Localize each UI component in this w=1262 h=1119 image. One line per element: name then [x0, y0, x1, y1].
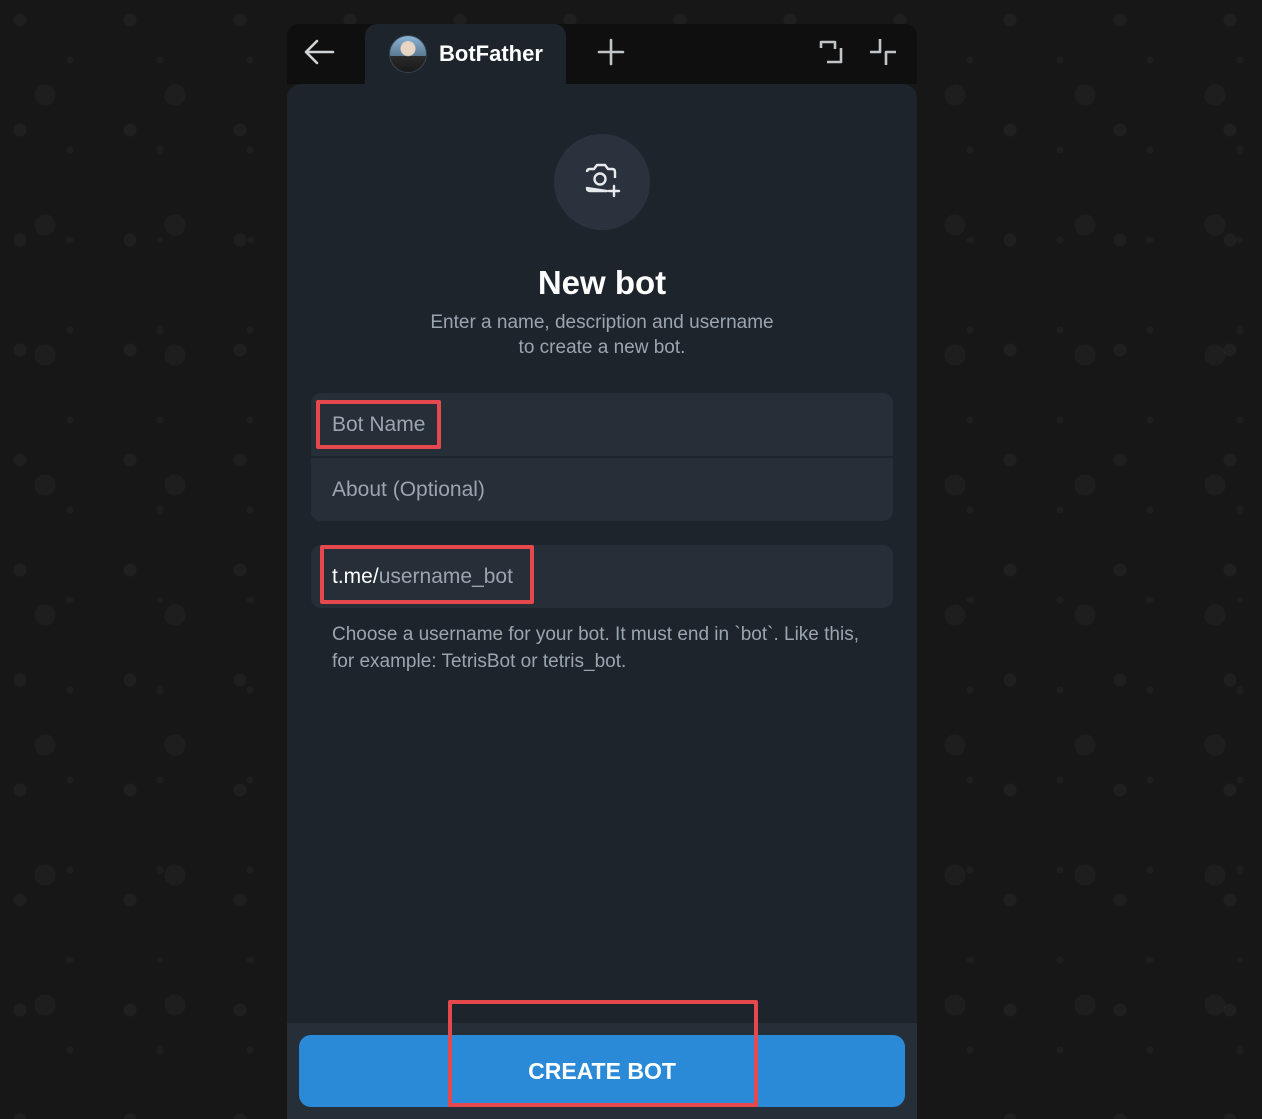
subtitle-line: Enter a name, description and username: [430, 312, 774, 333]
about-input[interactable]: About (Optional): [311, 458, 893, 521]
minimize-icon: [868, 37, 898, 72]
username-input[interactable]: t.me/username_bot: [311, 545, 893, 608]
set-photo-button[interactable]: [554, 134, 650, 230]
bot-info-fields: Bot Name About (Optional): [311, 393, 893, 521]
tab-title: BotFather: [439, 41, 543, 66]
bot-name-placeholder: Bot Name: [332, 412, 426, 436]
subtitle-line: to create a new bot.: [518, 337, 686, 358]
minimize-button[interactable]: [865, 36, 901, 72]
username-prefix: t.me/: [332, 564, 379, 588]
mini-app-window: BotFather New bot Enter a name, descript…: [287, 24, 917, 1119]
about-placeholder: About (Optional): [332, 477, 485, 501]
avatar: [389, 35, 427, 73]
new-bot-panel: New bot Enter a name, description and us…: [287, 84, 917, 1119]
tab-bar: BotFather: [287, 24, 917, 84]
back-button[interactable]: [299, 36, 339, 72]
page-subtitle: Enter a name, description and username t…: [287, 310, 917, 360]
bot-name-input[interactable]: Bot Name: [311, 393, 893, 456]
tab-botfather[interactable]: BotFather: [365, 24, 566, 84]
camera-add-icon: [583, 162, 621, 203]
arrow-left-icon: [303, 38, 335, 71]
create-bot-button[interactable]: CREATE BOT: [299, 1035, 905, 1107]
username-hint: Choose a username for your bot. It must …: [332, 621, 882, 675]
plus-icon: [597, 38, 625, 71]
hint-line: for example: TetrisBot or tetris_bot.: [332, 651, 627, 672]
collapse-icon: [818, 39, 844, 70]
hint-line: Choose a username for your bot. It must …: [332, 624, 859, 645]
collapse-button[interactable]: [813, 36, 849, 72]
username-placeholder: username_bot: [378, 564, 513, 588]
page-title: New bot: [537, 264, 667, 301]
add-tab-button[interactable]: [593, 36, 629, 72]
